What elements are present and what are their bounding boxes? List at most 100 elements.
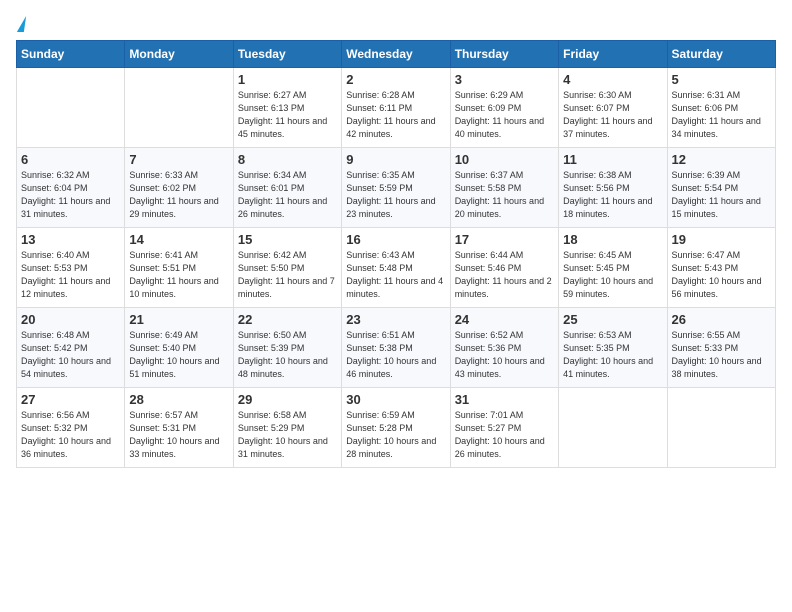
day-info: Sunrise: 6:40 AM Sunset: 5:53 PM Dayligh… [21,249,120,301]
day-info: Sunrise: 6:50 AM Sunset: 5:39 PM Dayligh… [238,329,337,381]
day-number: 9 [346,152,445,167]
day-number: 11 [563,152,662,167]
page-header [16,16,776,28]
calendar-cell: 11 Sunrise: 6:38 AM Sunset: 5:56 PM Dayli… [559,148,667,228]
day-info: Sunrise: 6:59 AM Sunset: 5:28 PM Dayligh… [346,409,445,461]
day-number: 29 [238,392,337,407]
day-number: 22 [238,312,337,327]
calendar-body: 1 Sunrise: 6:27 AM Sunset: 6:13 PM Daylig… [17,68,776,468]
day-number: 20 [21,312,120,327]
calendar-week-4: 20 Sunrise: 6:48 AM Sunset: 5:42 PM Dayli… [17,308,776,388]
day-info: Sunrise: 6:32 AM Sunset: 6:04 PM Dayligh… [21,169,120,221]
day-info: Sunrise: 6:42 AM Sunset: 5:50 PM Dayligh… [238,249,337,301]
calendar-cell: 8 Sunrise: 6:34 AM Sunset: 6:01 PM Daylig… [233,148,341,228]
day-info: Sunrise: 6:58 AM Sunset: 5:29 PM Dayligh… [238,409,337,461]
day-info: Sunrise: 6:31 AM Sunset: 6:06 PM Dayligh… [672,89,771,141]
calendar-cell: 22 Sunrise: 6:50 AM Sunset: 5:39 PM Dayli… [233,308,341,388]
calendar-cell [125,68,233,148]
calendar-week-5: 27 Sunrise: 6:56 AM Sunset: 5:32 PM Dayli… [17,388,776,468]
day-number: 4 [563,72,662,87]
calendar-table: SundayMondayTuesdayWednesdayThursdayFrid… [16,40,776,468]
calendar-cell: 26Sunrise: 6:55 AM Sunset: 5:33 PM Dayli… [667,308,775,388]
day-info: Sunrise: 6:45 AM Sunset: 5:45 PM Dayligh… [563,249,662,301]
day-info: Sunrise: 6:51 AM Sunset: 5:38 PM Dayligh… [346,329,445,381]
day-number: 5 [672,72,771,87]
calendar-cell: 13 Sunrise: 6:40 AM Sunset: 5:53 PM Dayli… [17,228,125,308]
logo [16,16,25,28]
day-number: 17 [455,232,554,247]
day-info: Sunrise: 6:47 AM Sunset: 5:43 PM Dayligh… [672,249,771,301]
calendar-cell: 29 Sunrise: 6:58 AM Sunset: 5:29 PM Dayli… [233,388,341,468]
calendar-cell: 1 Sunrise: 6:27 AM Sunset: 6:13 PM Daylig… [233,68,341,148]
day-number: 16 [346,232,445,247]
day-info: Sunrise: 6:37 AM Sunset: 5:58 PM Dayligh… [455,169,554,221]
calendar-cell: 6 Sunrise: 6:32 AM Sunset: 6:04 PM Daylig… [17,148,125,228]
day-info: Sunrise: 6:39 AM Sunset: 5:54 PM Dayligh… [672,169,771,221]
day-number: 1 [238,72,337,87]
calendar-cell: 20 Sunrise: 6:48 AM Sunset: 5:42 PM Dayli… [17,308,125,388]
day-number: 28 [129,392,228,407]
day-number: 13 [21,232,120,247]
calendar-week-3: 13 Sunrise: 6:40 AM Sunset: 5:53 PM Dayli… [17,228,776,308]
calendar-cell: 17 Sunrise: 6:44 AM Sunset: 5:46 PM Dayli… [450,228,558,308]
calendar-header-row: SundayMondayTuesdayWednesdayThursdayFrid… [17,41,776,68]
calendar-week-2: 6 Sunrise: 6:32 AM Sunset: 6:04 PM Daylig… [17,148,776,228]
day-header-thursday: Thursday [450,41,558,68]
day-info: Sunrise: 6:41 AM Sunset: 5:51 PM Dayligh… [129,249,228,301]
day-info: Sunrise: 6:44 AM Sunset: 5:46 PM Dayligh… [455,249,554,301]
day-info: Sunrise: 6:29 AM Sunset: 6:09 PM Dayligh… [455,89,554,141]
calendar-cell: 30 Sunrise: 6:59 AM Sunset: 5:28 PM Dayli… [342,388,450,468]
day-info: Sunrise: 6:43 AM Sunset: 5:48 PM Dayligh… [346,249,445,301]
day-header-tuesday: Tuesday [233,41,341,68]
day-header-sunday: Sunday [17,41,125,68]
calendar-cell: 28 Sunrise: 6:57 AM Sunset: 5:31 PM Dayli… [125,388,233,468]
calendar-cell: 31 Sunrise: 7:01 AM Sunset: 5:27 PM Dayli… [450,388,558,468]
day-info: Sunrise: 6:55 AM Sunset: 5:33 PM Dayligh… [672,329,771,381]
day-info: Sunrise: 6:34 AM Sunset: 6:01 PM Dayligh… [238,169,337,221]
calendar-cell: 16 Sunrise: 6:43 AM Sunset: 5:48 PM Dayli… [342,228,450,308]
day-number: 30 [346,392,445,407]
day-info: Sunrise: 7:01 AM Sunset: 5:27 PM Dayligh… [455,409,554,461]
day-info: Sunrise: 6:27 AM Sunset: 6:13 PM Dayligh… [238,89,337,141]
day-info: Sunrise: 6:56 AM Sunset: 5:32 PM Dayligh… [21,409,120,461]
calendar-cell: 15 Sunrise: 6:42 AM Sunset: 5:50 PM Dayli… [233,228,341,308]
day-number: 2 [346,72,445,87]
day-header-friday: Friday [559,41,667,68]
day-number: 27 [21,392,120,407]
day-info: Sunrise: 6:38 AM Sunset: 5:56 PM Dayligh… [563,169,662,221]
calendar-cell: 18Sunrise: 6:45 AM Sunset: 5:45 PM Dayli… [559,228,667,308]
calendar-cell: 4 Sunrise: 6:30 AM Sunset: 6:07 PM Daylig… [559,68,667,148]
day-number: 31 [455,392,554,407]
day-number: 24 [455,312,554,327]
day-header-monday: Monday [125,41,233,68]
day-number: 21 [129,312,228,327]
day-info: Sunrise: 6:49 AM Sunset: 5:40 PM Dayligh… [129,329,228,381]
day-number: 12 [672,152,771,167]
day-header-wednesday: Wednesday [342,41,450,68]
day-info: Sunrise: 6:35 AM Sunset: 5:59 PM Dayligh… [346,169,445,221]
calendar-cell: 21 Sunrise: 6:49 AM Sunset: 5:40 PM Dayli… [125,308,233,388]
calendar-cell: 12 Sunrise: 6:39 AM Sunset: 5:54 PM Dayli… [667,148,775,228]
day-info: Sunrise: 6:48 AM Sunset: 5:42 PM Dayligh… [21,329,120,381]
day-number: 14 [129,232,228,247]
calendar-cell: 2 Sunrise: 6:28 AM Sunset: 6:11 PM Daylig… [342,68,450,148]
day-info: Sunrise: 6:33 AM Sunset: 6:02 PM Dayligh… [129,169,228,221]
calendar-cell [559,388,667,468]
day-number: 3 [455,72,554,87]
day-info: Sunrise: 6:30 AM Sunset: 6:07 PM Dayligh… [563,89,662,141]
day-number: 19 [672,232,771,247]
calendar-cell: 24Sunrise: 6:52 AM Sunset: 5:36 PM Dayli… [450,308,558,388]
calendar-cell: 5 Sunrise: 6:31 AM Sunset: 6:06 PM Daylig… [667,68,775,148]
day-info: Sunrise: 6:28 AM Sunset: 6:11 PM Dayligh… [346,89,445,141]
calendar-cell: 25Sunrise: 6:53 AM Sunset: 5:35 PM Dayli… [559,308,667,388]
day-number: 23 [346,312,445,327]
day-header-saturday: Saturday [667,41,775,68]
day-info: Sunrise: 6:57 AM Sunset: 5:31 PM Dayligh… [129,409,228,461]
day-number: 15 [238,232,337,247]
calendar-cell: 27 Sunrise: 6:56 AM Sunset: 5:32 PM Dayli… [17,388,125,468]
calendar-cell: 19 Sunrise: 6:47 AM Sunset: 5:43 PM Dayli… [667,228,775,308]
day-number: 6 [21,152,120,167]
day-number: 7 [129,152,228,167]
day-number: 8 [238,152,337,167]
calendar-week-1: 1 Sunrise: 6:27 AM Sunset: 6:13 PM Daylig… [17,68,776,148]
